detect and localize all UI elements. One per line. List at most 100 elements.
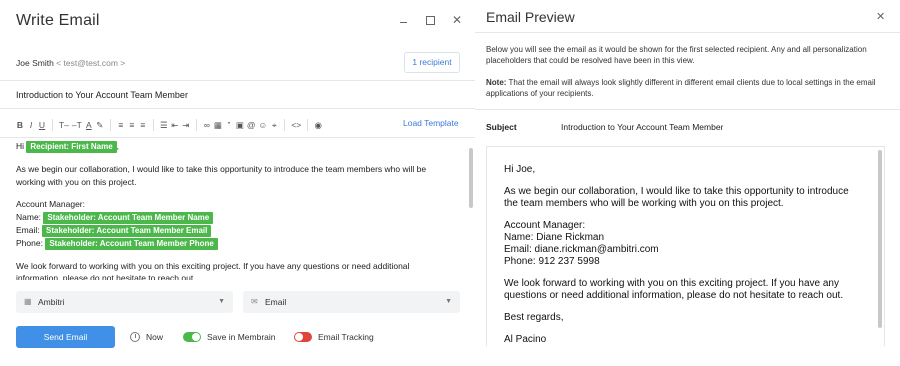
preview-eye-icon[interactable]: ◉ (314, 119, 322, 131)
preview-phone-line: Phone: 912 237 5998 (504, 256, 600, 267)
divider (475, 109, 900, 110)
preview-panel: Email Preview ✕ Below you will see the e… (475, 0, 900, 366)
preview-name-line: Name: Diane Rickman (504, 232, 605, 243)
italic-icon[interactable]: I (27, 119, 35, 131)
indent-icon[interactable]: ⇥ (182, 119, 190, 131)
align-left-icon[interactable]: ≡ (117, 119, 125, 131)
align-center-icon[interactable]: ≡ (128, 119, 136, 131)
calendar-icon[interactable]: ▦ (214, 119, 222, 131)
subject-value: Introduction to Your Account Team Member (561, 122, 724, 132)
load-template-link[interactable]: Load Template (403, 118, 459, 128)
toolbar-separator (284, 119, 286, 131)
now-label: Now (146, 332, 164, 342)
close-icon[interactable]: ✕ (450, 13, 464, 27)
attachment-icon[interactable]: ⌖ (270, 119, 278, 131)
font-size-icon[interactable]: T‒ (59, 119, 69, 131)
eraser-icon[interactable]: ✎ (96, 119, 104, 131)
preview-scrollbar[interactable] (878, 150, 882, 328)
channel-select[interactable]: ✉ Email ▼ (243, 291, 460, 313)
save-in-membrain-toggle[interactable] (183, 332, 201, 342)
preview-title: Email Preview (486, 9, 575, 25)
body-text: As we begin our collaboration, I would l… (16, 164, 427, 174)
quote-icon[interactable]: ” (225, 119, 233, 131)
body-text: working with you on this project. (16, 176, 137, 187)
compose-panel: Write Email ✕ Joe Smith < test@test.com … (0, 0, 475, 366)
sender-email: < test@test.com > (56, 58, 126, 68)
sender-name: Joe Smith (16, 58, 54, 68)
email-tracking-option[interactable]: Email Tracking (294, 326, 374, 348)
divider (0, 80, 475, 81)
tracking-label: Email Tracking (318, 332, 374, 342)
email-body-editor[interactable]: Hi Recipient: First Name, As we begin ou… (16, 140, 472, 280)
preview-text: the team members who will be working wit… (504, 198, 784, 209)
placeholder-tag-first-name[interactable]: Recipient: First Name (26, 141, 117, 153)
recipient-button[interactable]: 1 recipient (404, 52, 460, 73)
preview-email-line: Email: diane.rickman@ambitri.com (504, 244, 659, 255)
save-label: Save in Membrain (207, 332, 276, 342)
link-icon[interactable]: ∞ (203, 119, 211, 131)
note-text: That the email will always look slightly… (486, 78, 876, 98)
font-size-alt-icon[interactable]: ‒T (72, 119, 82, 131)
subject-label: Subject (486, 122, 517, 132)
divider (0, 137, 475, 138)
align-right-icon[interactable]: ≡ (139, 119, 147, 131)
maximize-icon[interactable] (423, 13, 437, 27)
code-icon[interactable]: <> (291, 119, 301, 131)
outdent-icon[interactable]: ⇤ (171, 119, 179, 131)
preview-closing: Best regards, (504, 312, 564, 323)
close-icon[interactable]: ✕ (876, 10, 885, 23)
body-text: We look forward to working with you on t… (16, 260, 410, 271)
preview-manager-heading: Account Manager: (504, 220, 586, 231)
divider (0, 108, 475, 109)
bold-icon[interactable]: B (16, 119, 24, 131)
email-tracking-toggle[interactable] (294, 332, 312, 342)
email-label: Email: (16, 224, 40, 235)
send-now-option[interactable]: Now (130, 326, 163, 348)
preview-note: Note: That the email will always look sl… (486, 77, 891, 99)
divider (475, 32, 900, 33)
preview-greeting: Hi Joe, (504, 164, 536, 175)
clock-icon (130, 332, 140, 342)
image-icon[interactable]: ▣ (236, 119, 244, 131)
manager-heading: Account Manager: (16, 199, 85, 209)
name-label: Name: (16, 211, 42, 222)
envelope-icon: ✉ (251, 297, 258, 306)
preview-content: Hi Joe, As we begin our collaboration, I… (504, 164, 874, 346)
company-select[interactable]: ▦ Ambitri ▼ (16, 291, 233, 313)
preview-text: questions or need additional information… (504, 290, 844, 301)
chevron-down-icon: ▼ (445, 298, 452, 305)
building-icon: ▦ (24, 297, 32, 306)
preview-text: We look forward to working with you on t… (504, 278, 839, 289)
placeholder-tag-member-name[interactable]: Stakeholder: Account Team Member Name (43, 211, 214, 224)
company-select-value: Ambitri (38, 297, 65, 307)
sender-row: Joe Smith < test@test.com > (16, 58, 125, 68)
font-color-icon[interactable]: A (85, 119, 93, 131)
toolbar-separator (195, 119, 197, 131)
placeholder-tag-member-phone[interactable]: Stakeholder: Account Team Member Phone (45, 237, 218, 250)
mention-icon[interactable]: @ (247, 119, 256, 131)
note-label: Note: (486, 78, 507, 87)
preview-body: Hi Joe, As we begin our collaboration, I… (486, 146, 885, 346)
placeholder-tag-member-email[interactable]: Stakeholder: Account Team Member Email (42, 224, 212, 237)
toolbar-separator (152, 119, 154, 131)
editor-scrollbar[interactable] (469, 148, 473, 208)
minimize-icon[interactable] (396, 13, 410, 27)
bullet-list-icon[interactable]: ☰ (160, 119, 168, 131)
send-email-button[interactable]: Send Email (16, 326, 115, 348)
preview-description: Below you will see the email as it would… (486, 45, 867, 65)
subject-field[interactable]: Introduction to Your Account Team Member (16, 90, 188, 100)
greeting-suffix: , (116, 141, 120, 151)
underline-icon[interactable]: U (38, 119, 46, 131)
toolbar-separator (52, 119, 53, 131)
toolbar-separator (109, 119, 111, 131)
emoji-icon[interactable]: ☺ (259, 119, 268, 131)
phone-label: Phone: (16, 237, 43, 248)
compose-title: Write Email (16, 12, 100, 29)
channel-select-value: Email (265, 297, 287, 307)
preview-text: As we begin our collaboration, I would l… (504, 186, 849, 197)
greeting-prefix: Hi (16, 141, 25, 151)
preview-signature: Al Pacino (504, 334, 547, 345)
save-in-membrain-option[interactable]: Save in Membrain (183, 326, 276, 348)
chevron-down-icon: ▼ (218, 298, 225, 305)
body-text: information, please do not hesitate to r… (16, 273, 196, 280)
